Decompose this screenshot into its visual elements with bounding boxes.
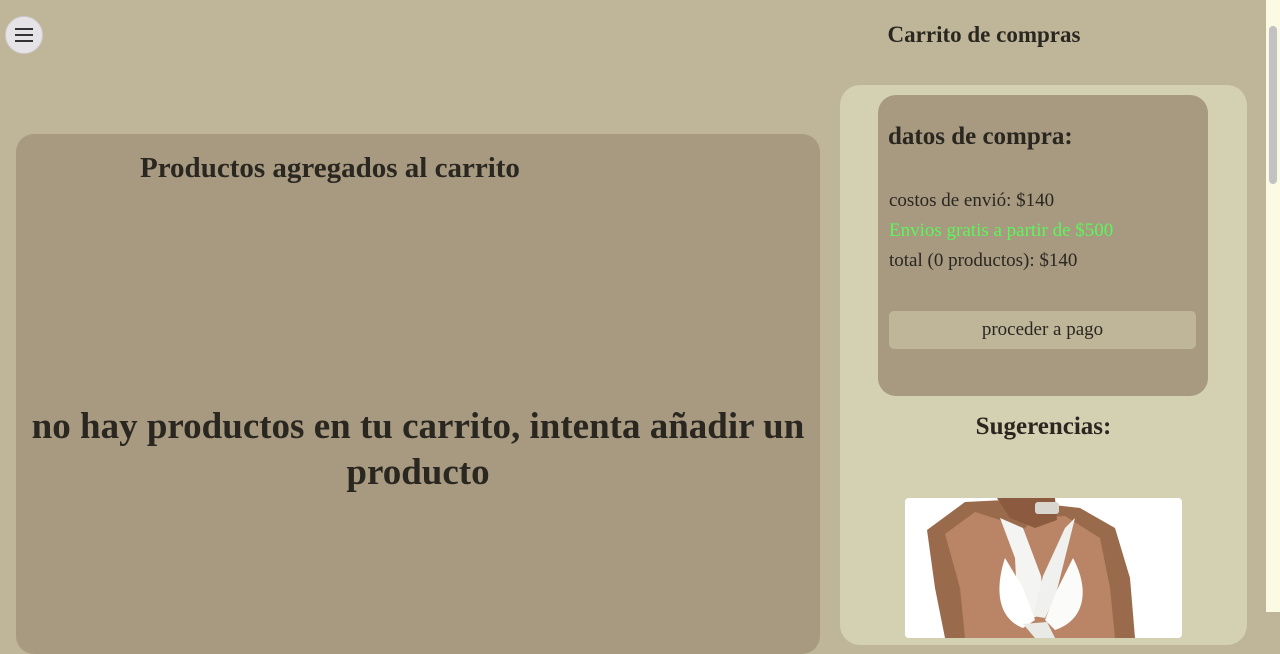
suggestions-title: Sugerencias: (975, 413, 1112, 440)
cart-sidebar: datos de compra: costos de envió: $140 E… (840, 85, 1247, 645)
free-shipping-notice: Envios gratis a partir de $500 (889, 220, 1114, 241)
cart-total: total (0 productos): $140 (889, 250, 1078, 271)
suggested-product-image (905, 498, 1182, 638)
hamburger-icon (15, 28, 33, 42)
page-title: Carrito de compras (887, 22, 1081, 47)
checkout-button[interactable]: proceder a pago (889, 311, 1196, 349)
scrollbar-thumb[interactable] (1269, 26, 1277, 184)
menu-button[interactable] (5, 16, 43, 54)
purchase-summary-title: datos de compra: (888, 123, 1073, 150)
shipping-cost: costos de envió: $140 (889, 190, 1055, 211)
purchase-summary-card: datos de compra: costos de envió: $140 E… (878, 95, 1208, 396)
cart-products-panel: Productos agregados al carrito no hay pr… (16, 134, 820, 654)
suggested-product-card[interactable] (905, 498, 1182, 638)
empty-cart-message: no hay productos en tu carrito, intenta … (31, 406, 805, 493)
cart-products-heading: Productos agregados al carrito (140, 152, 520, 184)
page-scrollbar[interactable] (1266, 0, 1280, 612)
